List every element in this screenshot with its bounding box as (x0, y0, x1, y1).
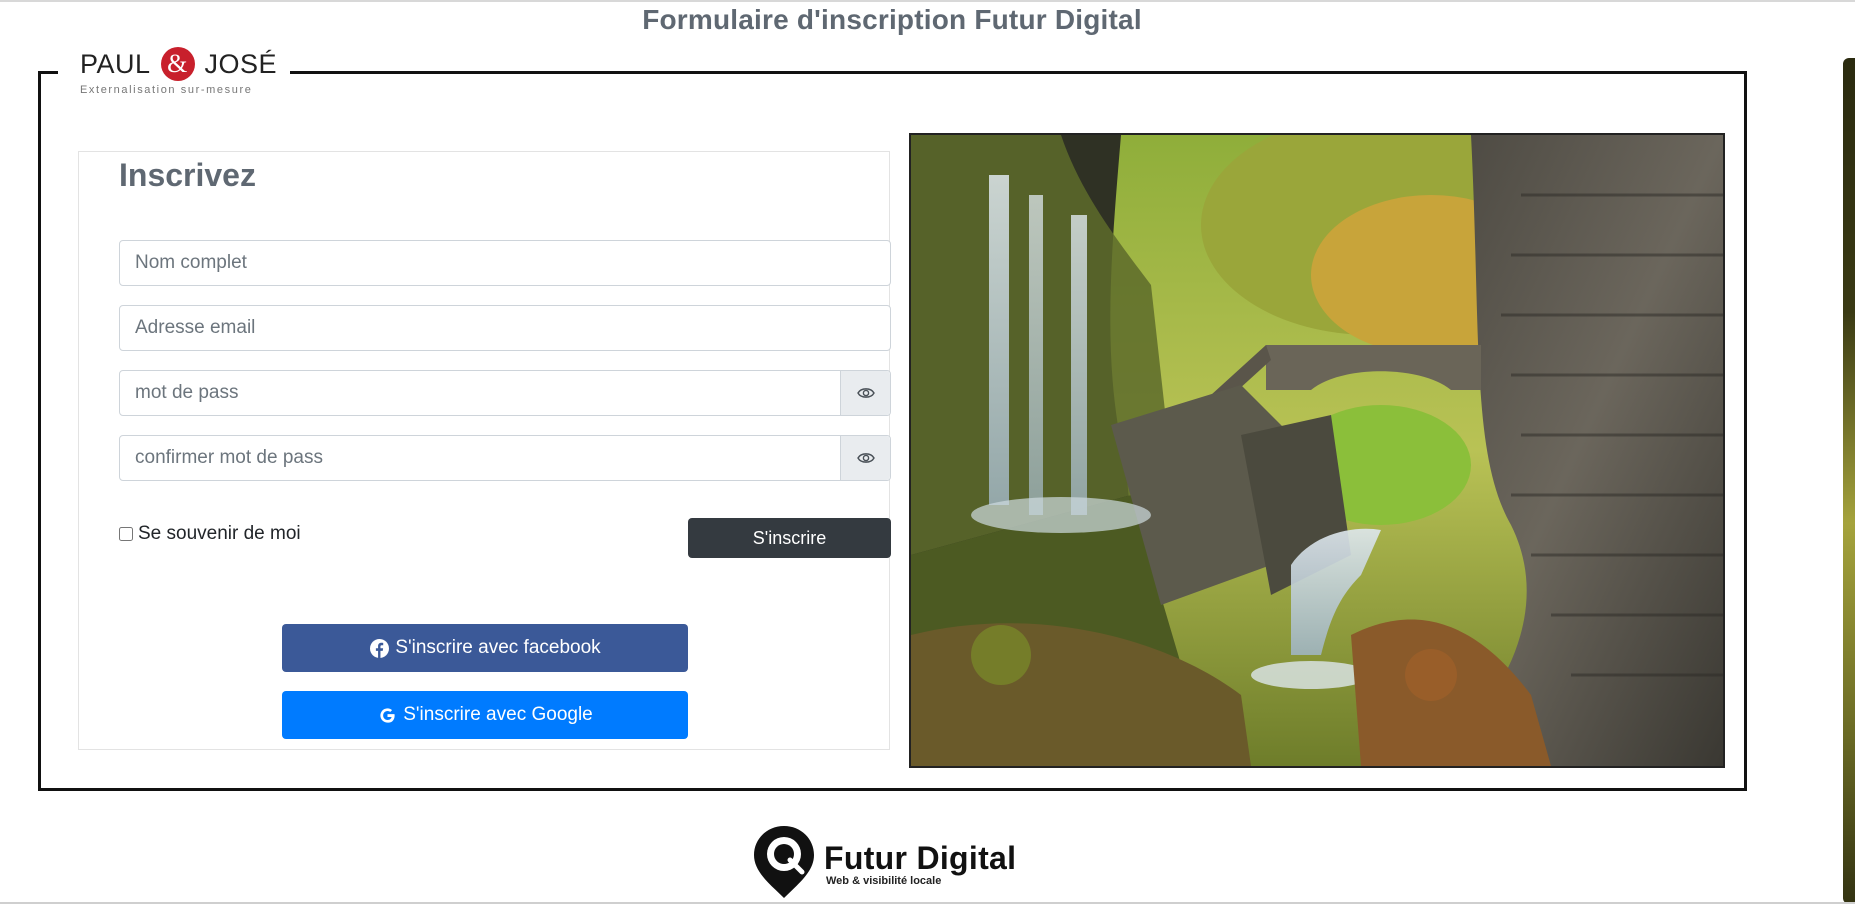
signup-button[interactable]: S'inscrire (688, 518, 891, 558)
facebook-signup-label: S'inscrire avec facebook (395, 637, 601, 658)
confirm-password-visibility-toggle[interactable] (840, 436, 890, 480)
facebook-icon (369, 638, 389, 658)
page-title: Formulaire d'inscription Futur Digital (642, 4, 1142, 35)
location-pin-icon (752, 824, 816, 904)
footer-logo-name: Futur Digital (824, 840, 1017, 876)
google-icon (377, 705, 397, 725)
hero-photo (909, 133, 1725, 768)
password-visibility-toggle[interactable] (840, 371, 890, 415)
top-divider (0, 0, 1855, 2)
email-field (119, 305, 891, 351)
eye-icon (856, 388, 875, 398)
side-color-strip (1843, 58, 1855, 904)
confirm-password-field (119, 435, 891, 481)
google-signup-button[interactable]: S'inscrire avec Google (282, 691, 688, 739)
brand-tagline: Externalisation sur-mesure (80, 84, 253, 96)
footer-logo-tagline: Web & visibilité locale (826, 875, 942, 887)
full-name-field (119, 240, 891, 286)
remember-me[interactable]: Se souvenir de moi (119, 523, 301, 545)
signup-form-card: Inscrivez Se souvenir de moi S'inscrire (78, 151, 891, 750)
remember-me-checkbox[interactable] (119, 527, 133, 541)
form-heading: Inscrivez (119, 157, 256, 193)
password-field (119, 370, 891, 416)
google-signup-label: S'inscrire avec Google (403, 704, 593, 725)
password-input[interactable] (120, 371, 840, 415)
email-input[interactable] (120, 306, 890, 350)
confirm-password-input[interactable] (120, 436, 840, 480)
full-name-input[interactable] (120, 241, 890, 285)
brand-left-word: PAUL (80, 48, 151, 79)
brand-logo: PAUL & JOSÉ Externalisation sur-mesure (58, 46, 290, 102)
footer-logo: Futur Digital Web & visibilité locale (752, 824, 1017, 904)
remember-me-label: Se souvenir de moi (138, 523, 301, 544)
brand-ampersand-badge: & (160, 47, 195, 81)
brand-right-word: JOSÉ (204, 48, 278, 79)
eye-icon (856, 453, 875, 463)
facebook-signup-button[interactable]: S'inscrire avec facebook (282, 624, 688, 672)
